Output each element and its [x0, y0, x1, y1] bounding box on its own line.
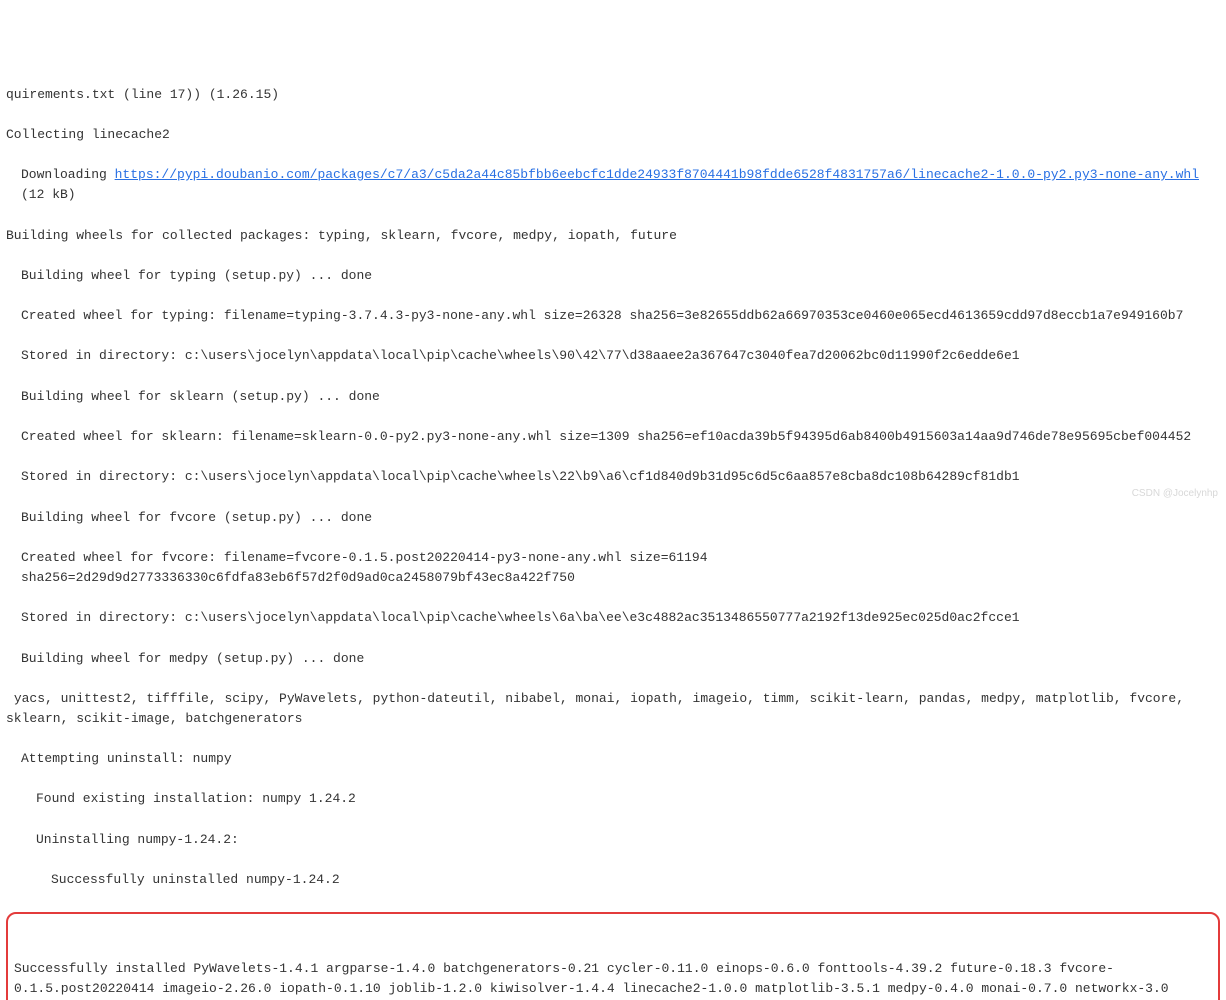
terminal-line: Created wheel for sklearn: filename=skle…: [6, 427, 1220, 447]
terminal-line: Building wheel for fvcore (setup.py) ...…: [6, 508, 1220, 528]
terminal-line: Uninstalling numpy-1.24.2:: [6, 830, 1220, 850]
terminal-line: Collecting linecache2: [6, 125, 1220, 145]
download-prefix: Downloading: [21, 167, 115, 182]
terminal-line: yacs, unittest2, tifffile, scipy, PyWave…: [6, 689, 1220, 729]
terminal-line: Successfully uninstalled numpy-1.24.2: [6, 870, 1220, 890]
terminal-line: Attempting uninstall: numpy: [6, 749, 1220, 769]
terminal-line: Stored in directory: c:\users\jocelyn\ap…: [6, 346, 1220, 366]
watermark: CSDN @Jocelynhp: [1132, 486, 1218, 502]
download-url-link[interactable]: https://pypi.doubanio.com/packages/c7/a3…: [115, 167, 1199, 182]
terminal-line: Building wheel for typing (setup.py) ...…: [6, 266, 1220, 286]
terminal-line: Building wheel for medpy (setup.py) ... …: [6, 649, 1220, 669]
terminal-line: Building wheel for sklearn (setup.py) ..…: [6, 387, 1220, 407]
terminal-line: Stored in directory: c:\users\jocelyn\ap…: [6, 467, 1220, 487]
terminal-line: Downloading https://pypi.doubanio.com/pa…: [6, 165, 1220, 205]
terminal-line: Created wheel for fvcore: filename=fvcor…: [6, 548, 1220, 588]
terminal-line: Found existing installation: numpy 1.24.…: [6, 789, 1220, 809]
terminal-line: Building wheels for collected packages: …: [6, 226, 1220, 246]
terminal-line: Stored in directory: c:\users\jocelyn\ap…: [6, 608, 1220, 628]
terminal-line: Created wheel for typing: filename=typin…: [6, 306, 1220, 326]
success-installed-text: Successfully installed PyWavelets-1.4.1 …: [14, 959, 1212, 1000]
success-installed-box: Successfully installed PyWavelets-1.4.1 …: [6, 912, 1220, 1000]
terminal-line: quirements.txt (line 17)) (1.26.15): [6, 85, 1220, 105]
